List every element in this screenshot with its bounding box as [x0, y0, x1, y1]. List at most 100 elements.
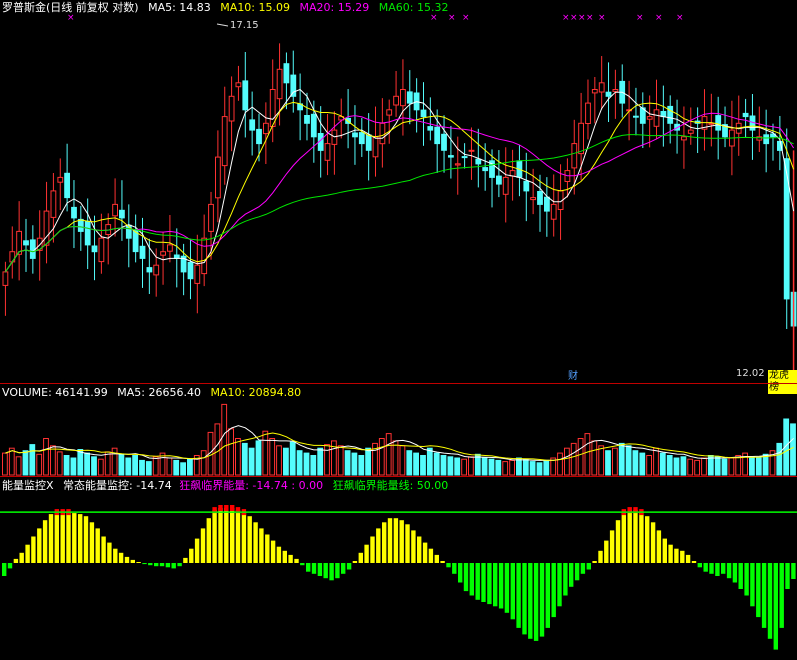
energy-negative-bar	[785, 563, 790, 589]
energy-positive-bar	[411, 530, 416, 563]
candle-body	[530, 197, 537, 201]
event-marker[interactable]: ×	[598, 13, 606, 23]
candle-body	[50, 190, 57, 218]
candle-body	[681, 136, 687, 141]
volume-bar	[749, 456, 755, 476]
candle-body	[496, 175, 502, 185]
energy-frenzy-bar	[230, 505, 235, 511]
event-marker[interactable]: ×	[448, 13, 456, 23]
candle-body	[544, 196, 550, 212]
volume-bar	[8, 447, 15, 476]
candle-body	[64, 172, 70, 199]
candle-body	[304, 115, 310, 124]
energy-negative-bar	[528, 563, 533, 639]
candle-body	[763, 134, 770, 145]
energy-negative-bar	[715, 563, 720, 576]
volume-bar	[2, 452, 8, 476]
volume-bar	[36, 453, 43, 476]
energy-negative-bar	[761, 563, 767, 628]
volume-bar	[378, 438, 385, 476]
event-marker[interactable]: ×	[655, 13, 663, 23]
candle-body	[605, 91, 612, 97]
volume-bar	[63, 455, 70, 476]
energy-positive-bar	[265, 534, 270, 563]
volume-bar	[392, 440, 399, 476]
volume-bar	[358, 455, 365, 476]
event-marker[interactable]: ×	[578, 13, 586, 23]
volume-chart-panel[interactable]: VOLUME: 46141.99 MA5: 26656.40 MA10: 208…	[0, 384, 797, 476]
candle-body	[523, 180, 530, 192]
volume-bar	[694, 459, 701, 476]
energy-positive-bar	[668, 544, 673, 563]
volume-bar	[97, 458, 104, 476]
energy-negative-bar	[341, 563, 346, 574]
energy-negative-bar	[574, 563, 580, 581]
event-marker[interactable]: ×	[586, 13, 594, 23]
event-marker[interactable]: ×	[570, 13, 578, 23]
volume-bar	[755, 457, 762, 476]
volume-bar	[200, 450, 207, 476]
price-chart-panel[interactable]: 罗普斯金(日线 前复权 对数) MA5: 14.83 MA10: 15.09 M…	[0, 0, 797, 394]
volume-bar	[77, 449, 84, 476]
volume-bar	[762, 453, 769, 476]
event-marker[interactable]: ×	[676, 13, 684, 23]
volume-bar	[625, 445, 632, 476]
energy-negative-bar	[306, 563, 311, 572]
volume-bar	[564, 447, 570, 476]
volume-bar	[228, 428, 234, 476]
volume-bar	[577, 438, 584, 476]
event-marker[interactable]: ×	[462, 13, 470, 23]
volume-bar	[639, 452, 646, 476]
high-price-label: 17.15	[230, 20, 259, 31]
energy-positive-bar	[276, 546, 282, 563]
volume-bar	[790, 423, 796, 476]
candle-body	[263, 122, 269, 135]
energy-positive-bar	[212, 510, 217, 563]
candle-body	[358, 132, 365, 145]
candle-body	[153, 264, 160, 276]
volume-bar	[303, 452, 310, 476]
candlestick-chart[interactable]: × × × × × × × × × × × ×	[0, 0, 797, 383]
event-marker[interactable]: ×	[562, 13, 570, 23]
energy-negative-bar	[744, 563, 749, 596]
energy-negative-bar	[539, 563, 545, 637]
energy-chart-panel[interactable]: 能量监控X 常态能量监控: -14.74 狂飙临界能量: -14.74 : 0.…	[0, 477, 797, 660]
volume-bar	[776, 442, 783, 476]
candle-body	[441, 133, 447, 151]
energy-positive-bar	[247, 516, 252, 563]
volume-bar	[276, 445, 282, 476]
volume-bar	[406, 450, 413, 476]
energy-positive-bar	[440, 561, 445, 563]
volume-bar	[618, 442, 625, 476]
energy-negative-bar	[738, 563, 743, 589]
event-marker[interactable]: ×	[636, 13, 644, 23]
energy-positive-bar	[224, 508, 229, 563]
volume-bar	[385, 433, 392, 476]
volume-bar	[440, 455, 447, 476]
energy-negative-bar	[323, 563, 328, 579]
finance-badge[interactable]: 财	[567, 371, 579, 383]
volume-bar	[509, 459, 516, 476]
volume-bar	[413, 452, 420, 476]
energy-positive-bar	[206, 518, 211, 563]
volume-bars[interactable]	[0, 384, 797, 476]
energy-positive-bar	[621, 512, 626, 563]
energy-negative-bar	[171, 563, 176, 569]
volume-bar	[701, 457, 707, 476]
volume-bar	[221, 403, 228, 476]
volume-bar	[262, 430, 269, 476]
energy-negative-bar	[142, 563, 147, 565]
candle-body	[215, 156, 221, 199]
energy-negative-bar	[159, 563, 165, 567]
candle-body	[434, 126, 441, 145]
energy-negative-bar	[510, 563, 515, 620]
candle-body	[71, 206, 77, 219]
event-marker[interactable]: ×	[67, 13, 75, 23]
energy-bars[interactable]	[0, 477, 797, 660]
energy-positive-bar	[259, 528, 264, 563]
candle-body	[23, 240, 29, 246]
energy-negative-bar	[791, 563, 796, 579]
energy-positive-bar	[19, 552, 24, 563]
candle-body	[119, 209, 125, 219]
event-marker[interactable]: ×	[430, 13, 438, 23]
